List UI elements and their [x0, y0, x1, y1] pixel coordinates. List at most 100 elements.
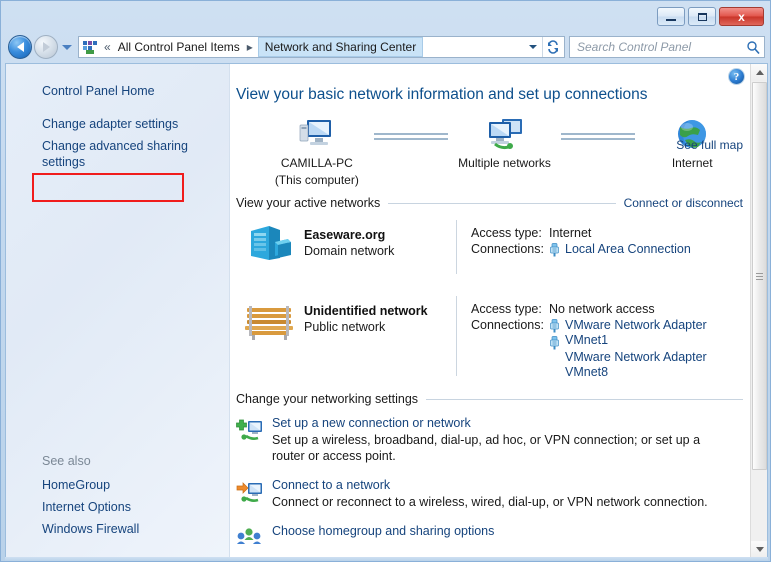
- breadcrumb-item-network-and-sharing-center[interactable]: Network and Sharing Center: [257, 37, 424, 57]
- network-name: Easeware.org: [304, 228, 386, 242]
- connections-row: Connections:: [471, 318, 743, 380]
- minimize-icon: [666, 18, 676, 21]
- network-sharing-center-window: x « All Control Panel Items ▸ Network an…: [0, 0, 771, 562]
- breadcrumb-item-all-control-panel-items[interactable]: All Control Panel Items: [114, 38, 244, 56]
- refresh-icon: [547, 40, 558, 54]
- setting-item-connect-to-network: Connect to a network Connect or reconnec…: [236, 478, 743, 510]
- scrollbar-down-button[interactable]: [751, 541, 767, 558]
- setting-link-connect-to-network[interactable]: Connect to a network: [272, 478, 743, 492]
- highlight-annotation-box: [32, 173, 184, 202]
- map-node-label: CAMILLA-PC: [280, 156, 353, 170]
- map-node-sublabel: (This computer): [274, 173, 359, 187]
- connections-list: VMware Network Adapter VMnet1 VMware Net…: [565, 318, 743, 380]
- content-scroll-area: View your basic network information and …: [230, 64, 749, 558]
- connections-list: Local Area Connection: [565, 242, 743, 257]
- sidebar-item-homegroup[interactable]: HomeGroup: [6, 474, 229, 496]
- networking-settings-header: Change your networking settings: [230, 392, 749, 406]
- scrollbar-up-button[interactable]: [751, 64, 767, 81]
- refresh-button[interactable]: [542, 37, 562, 57]
- multiple-networks-icon: [448, 114, 562, 154]
- vertical-divider: [456, 220, 457, 274]
- scrollbar-grip-icon: [756, 271, 763, 282]
- bench-icon: [236, 294, 304, 342]
- close-icon: x: [738, 9, 745, 24]
- setting-item-choose-homegroup: Choose homegroup and sharing options: [236, 524, 743, 546]
- connections-label: Connections:: [471, 318, 544, 332]
- computer-icon: [260, 114, 374, 154]
- vertical-divider: [456, 296, 457, 376]
- networking-settings-heading: Change your networking settings: [236, 392, 419, 406]
- scrollbar-thumb[interactable]: [752, 82, 767, 470]
- network-details: Access type: No network access Connectio…: [471, 294, 743, 382]
- access-type-row: Access type: Internet: [471, 226, 743, 240]
- network-row-unidentified: Unidentified network Public network Acce…: [236, 294, 743, 382]
- close-button[interactable]: x: [719, 7, 764, 26]
- recent-pages-button[interactable]: [60, 35, 74, 59]
- connections-row: Connections:: [471, 242, 743, 257]
- minimize-button[interactable]: [657, 7, 685, 26]
- network-name: Unidentified network: [304, 304, 428, 318]
- see-full-map-link[interactable]: See full map: [676, 138, 743, 152]
- address-bar: « All Control Panel Items ▸ Network and …: [1, 31, 770, 63]
- chevron-down-icon: [755, 547, 764, 552]
- sidebar: Control Panel Home Change adapter settin…: [6, 64, 230, 558]
- main-content: ? View your basic network information an…: [230, 64, 767, 558]
- setting-link-choose-homegroup[interactable]: Choose homegroup and sharing options: [272, 524, 743, 538]
- breadcrumb[interactable]: « All Control Panel Items ▸ Network and …: [78, 36, 565, 58]
- server-icon: [236, 218, 304, 266]
- access-type-label: Access type:: [471, 302, 542, 316]
- vertical-scrollbar[interactable]: [750, 64, 767, 558]
- page-title: View your basic network information and …: [236, 86, 648, 103]
- chevron-up-icon: [755, 70, 764, 75]
- connection-link-vmnet8[interactable]: VMware Network Adapter VMnet8: [565, 350, 743, 380]
- window-controls: x: [657, 7, 764, 26]
- forward-button[interactable]: [34, 35, 58, 59]
- map-node-this-computer[interactable]: CAMILLA-PC (This computer): [260, 114, 374, 188]
- connect-or-disconnect-link[interactable]: Connect or disconnect: [624, 196, 743, 210]
- sidebar-item-change-advanced-sharing-settings[interactable]: Change advanced sharing settings: [6, 135, 229, 173]
- access-type-value: No network access: [549, 302, 655, 316]
- window-bottom-strip: [5, 557, 768, 561]
- setting-item-set-up-new-connection: Set up a new connection or network Set u…: [236, 416, 743, 464]
- sidebar-item-control-panel-home[interactable]: Control Panel Home: [6, 80, 229, 102]
- back-arrow-icon: [16, 42, 24, 52]
- sidebar-item-change-adapter-settings[interactable]: Change adapter settings: [6, 113, 229, 135]
- map-link-1: [373, 114, 448, 143]
- search-icon: [746, 40, 760, 54]
- divider: [426, 398, 743, 400]
- connect-network-icon: [236, 478, 272, 510]
- breadcrumb-separator-icon: ▸: [246, 40, 253, 54]
- connection-link-local-area-connection[interactable]: Local Area Connection: [565, 242, 743, 257]
- breadcrumb-dropdown-button[interactable]: [524, 37, 542, 57]
- sidebar-item-internet-options[interactable]: Internet Options: [6, 496, 229, 518]
- map-node-multiple-networks[interactable]: Multiple networks: [448, 114, 562, 171]
- chevron-down-icon: [62, 44, 72, 50]
- search-box[interactable]: Search Control Panel: [569, 36, 765, 58]
- setting-text: Choose homegroup and sharing options: [272, 524, 743, 546]
- control-panel-icon: [82, 39, 98, 55]
- network-identity: Unidentified network Public network: [304, 294, 456, 334]
- active-networks-header: View your active networks Connect or dis…: [230, 196, 749, 210]
- divider: [388, 202, 616, 204]
- forward-arrow-icon: [42, 42, 50, 52]
- access-type-row: Access type: No network access: [471, 302, 743, 316]
- back-button[interactable]: [8, 35, 32, 59]
- network-cable-icon: [549, 318, 560, 380]
- access-type-label: Access type:: [471, 226, 542, 240]
- setting-link-set-up-new-connection[interactable]: Set up a new connection or network: [272, 416, 743, 430]
- breadcrumb-overflow-chevron[interactable]: «: [101, 40, 114, 54]
- network-cable-icon: [549, 242, 560, 257]
- new-connection-icon: [236, 416, 272, 464]
- connection-link-vmnet1[interactable]: VMware Network Adapter VMnet1: [565, 318, 743, 348]
- network-map: CAMILLA-PC (This computer) Multiple netw…: [230, 108, 749, 190]
- connections-label: Connections:: [471, 242, 544, 256]
- network-type: Public network: [304, 320, 386, 334]
- setting-text: Set up a new connection or network Set u…: [272, 416, 743, 464]
- map-node-label: Multiple networks: [458, 156, 551, 170]
- maximize-icon: [697, 12, 707, 21]
- chevron-down-icon: [529, 45, 537, 49]
- sidebar-item-windows-firewall[interactable]: Windows Firewall: [6, 518, 229, 540]
- maximize-button[interactable]: [688, 7, 716, 26]
- search-input[interactable]: Search Control Panel: [577, 40, 691, 54]
- network-row-easeware: Easeware.org Domain network Access type:…: [236, 218, 743, 280]
